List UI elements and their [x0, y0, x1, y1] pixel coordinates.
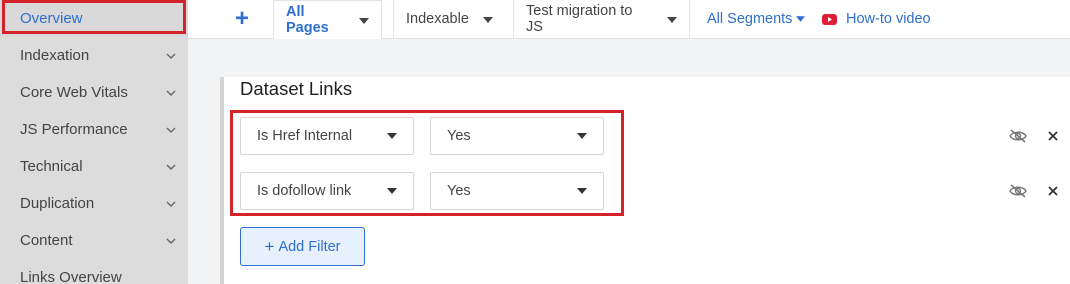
- chevron-down-icon: [166, 162, 176, 172]
- add-filter-label: Add Filter: [278, 238, 341, 255]
- sidebar-item-js-performance[interactable]: JS Performance: [0, 111, 188, 148]
- howto-label: How-to video: [846, 11, 931, 27]
- filter-field-select[interactable]: Is Href Internal: [240, 117, 414, 155]
- sidebar-item-overview[interactable]: Overview: [0, 0, 188, 37]
- tab-indexable[interactable]: Indexable: [393, 0, 501, 38]
- caret-down-icon: [482, 11, 493, 27]
- sidebar-item-label: Overview: [20, 10, 83, 27]
- tab-test-migration[interactable]: Test migration to JS: [513, 0, 690, 38]
- caret-down-icon: [577, 188, 587, 194]
- remove-filter-close-icon[interactable]: [1043, 181, 1063, 201]
- sidebar: Overview Indexation Core Web Vitals JS P…: [0, 0, 188, 284]
- filter-field-select[interactable]: Is dofollow link: [240, 172, 414, 210]
- sidebar-item-label: Indexation: [20, 47, 90, 64]
- sidebar-item-label: JS Performance: [20, 121, 128, 138]
- chevron-down-icon: [166, 51, 176, 61]
- chevron-down-icon: [166, 88, 176, 98]
- chevron-down-icon: [166, 236, 176, 246]
- segments-label: All Segments: [707, 11, 793, 27]
- select-value: Is Href Internal: [257, 128, 353, 144]
- sidebar-item-technical[interactable]: Technical: [0, 148, 188, 185]
- caret-down-icon: [796, 16, 806, 22]
- card-title: Dataset Links: [240, 78, 353, 99]
- sidebar-item-content[interactable]: Content: [0, 222, 188, 259]
- sidebar-item-label: Core Web Vitals: [20, 84, 128, 101]
- remove-filter-close-icon[interactable]: [1043, 126, 1063, 146]
- caret-down-icon: [387, 133, 397, 139]
- segments-dropdown[interactable]: All Segments: [707, 0, 806, 38]
- sidebar-item-label: Links Overview: [20, 269, 122, 284]
- youtube-icon: [822, 13, 837, 25]
- hide-filter-eye-off-icon[interactable]: [1008, 181, 1028, 201]
- sidebar-item-label: Content: [20, 232, 73, 249]
- select-value: Yes: [447, 183, 471, 199]
- plus-icon: +: [264, 236, 275, 256]
- sidebar-item-label: Technical: [20, 158, 83, 175]
- sidebar-item-links-overview[interactable]: Links Overview: [0, 259, 188, 284]
- caret-down-icon: [577, 133, 587, 139]
- add-tab-button[interactable]: +: [222, 0, 262, 38]
- select-value: Is dofollow link: [257, 183, 352, 199]
- tab-label: Test migration to JS: [526, 3, 633, 35]
- sidebar-item-core-web-vitals[interactable]: Core Web Vitals: [0, 74, 188, 111]
- chevron-down-icon: [166, 199, 176, 209]
- chevron-down-icon: [166, 125, 176, 135]
- top-toolbar: + All Pages Indexable Test migration to …: [188, 0, 1070, 39]
- add-filter-button[interactable]: + Add Filter: [240, 227, 365, 266]
- sidebar-item-label: Duplication: [20, 195, 95, 212]
- select-value: Yes: [447, 128, 471, 144]
- howto-video-link[interactable]: How-to video: [822, 0, 931, 38]
- tab-label: All Pages: [286, 4, 329, 36]
- filter-value-select[interactable]: Yes: [430, 172, 604, 210]
- caret-down-icon: [359, 12, 369, 28]
- filter-value-select[interactable]: Yes: [430, 117, 604, 155]
- tab-label: Indexable: [406, 11, 469, 27]
- caret-down-icon: [667, 11, 677, 27]
- hide-filter-eye-off-icon[interactable]: [1008, 126, 1028, 146]
- sidebar-item-indexation[interactable]: Indexation: [0, 37, 188, 74]
- caret-down-icon: [387, 188, 397, 194]
- sidebar-item-duplication[interactable]: Duplication: [0, 185, 188, 222]
- tab-all-pages[interactable]: All Pages: [273, 0, 382, 39]
